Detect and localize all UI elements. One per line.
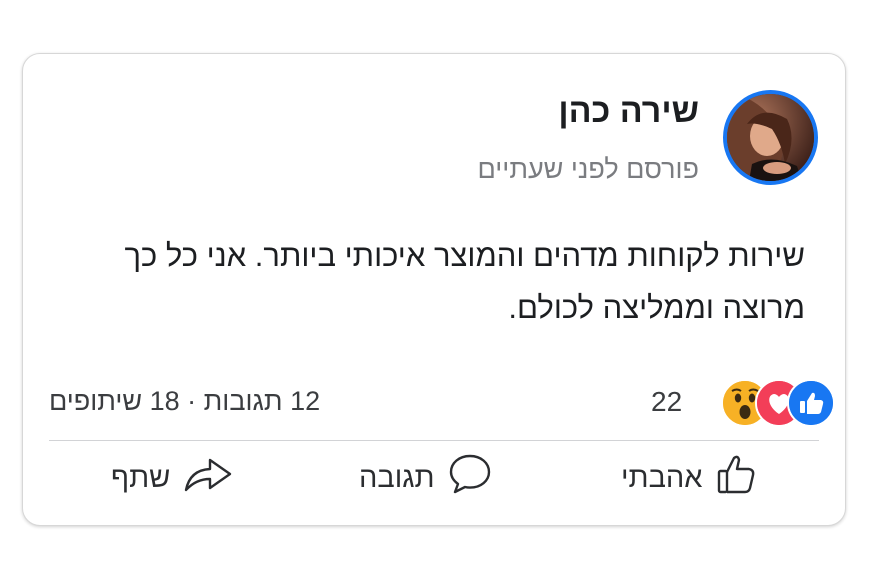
- post-body-text: שירות לקוחות מדהים והמוצר איכותי ביותר. …: [124, 238, 805, 325]
- avatar-photo: [727, 94, 814, 181]
- thumbs-up-icon: [715, 452, 757, 504]
- post-timestamp[interactable]: פורסם לפני שעתיים: [478, 154, 699, 185]
- like-button[interactable]: אהבתי: [621, 454, 757, 502]
- author-name[interactable]: שירה כהן: [558, 92, 699, 131]
- share-button[interactable]: שתף: [111, 454, 234, 502]
- reaction-count[interactable]: 22: [651, 386, 682, 418]
- divider: [49, 440, 819, 441]
- comments-shares-count[interactable]: 12 תגובות · 18 שיתופים: [49, 386, 320, 417]
- comment-button[interactable]: תגובה: [359, 454, 493, 502]
- like-label: אהבתי: [621, 461, 703, 494]
- author-avatar[interactable]: [723, 90, 818, 185]
- post-card: שירה כהן פורסם לפני שעתיים שירות לקוחות …: [22, 53, 846, 526]
- like-icon: [787, 379, 835, 427]
- comment-label: תגובה: [359, 461, 435, 494]
- comment-icon: [447, 452, 493, 504]
- share-icon: [182, 454, 234, 502]
- share-label: שתף: [111, 461, 171, 494]
